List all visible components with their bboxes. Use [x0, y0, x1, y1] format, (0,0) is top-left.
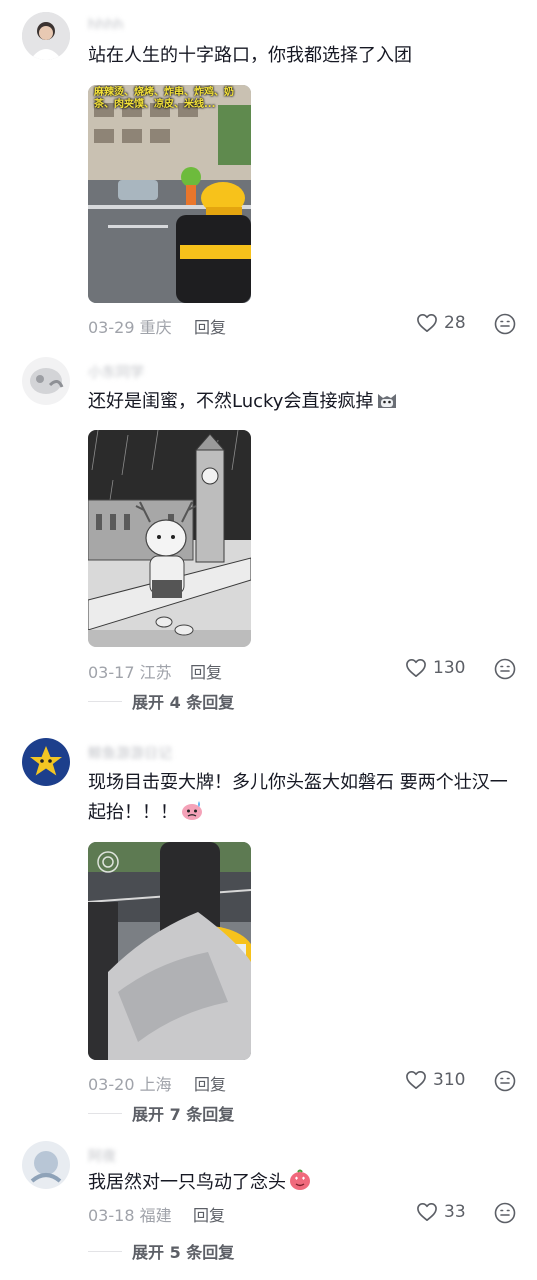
heart-outline-icon	[406, 1071, 426, 1089]
like-button[interactable]: 310	[405, 1070, 465, 1090]
comment-text: 还好是闺蜜，不然Lucky会直接疯掉	[88, 387, 518, 420]
comment-image[interactable]	[88, 430, 251, 647]
expand-divider	[88, 1112, 122, 1114]
heart-outline-icon	[417, 1203, 437, 1221]
comment-text-content: 现场目击耍大牌！多儿你头盔大如磐石 要两个壮汉一起抬！！！	[88, 772, 508, 823]
comment-image[interactable]	[88, 842, 251, 1060]
react-button[interactable]	[494, 1202, 516, 1228]
expand-replies-button[interactable]: 展开 5 条回复	[88, 1239, 234, 1263]
expand-replies-label: 展开 4 条回复	[132, 693, 235, 712]
heart-eyes-emoji-icon	[288, 1169, 312, 1201]
comment-item-2: 小东同学 还好是闺蜜，不然Lucky会直接疯掉 03-17 江苏 回复 130 …	[0, 345, 537, 720]
comment-text: 站在人生的十字路口，你我都选择了入团	[88, 45, 412, 66]
cat-emoji-icon	[375, 388, 399, 420]
like-count: 310	[433, 1070, 466, 1090]
comment-location: 江苏	[139, 663, 172, 682]
username[interactable]: 小东同学	[88, 362, 144, 382]
expand-divider	[88, 1250, 122, 1252]
emoji-face-icon	[494, 313, 516, 335]
like-button[interactable]: 130	[405, 658, 465, 678]
comment-location: 上海	[139, 1075, 172, 1094]
user-avatar[interactable]	[22, 12, 70, 60]
username[interactable]: 阿夜	[88, 1146, 116, 1166]
comment-location: 福建	[139, 1206, 172, 1225]
user-avatar[interactable]	[22, 738, 70, 786]
react-button[interactable]	[494, 1070, 516, 1096]
emoji-face-icon	[494, 658, 516, 680]
heart-outline-icon	[417, 314, 437, 332]
comment-image[interactable]: 麻辣烫、烧烤、炸串、炸鸡、奶茶、肉夹馍、凉皮、米线...	[88, 85, 251, 303]
reply-button[interactable]: 回复	[190, 659, 222, 683]
comment-text-content: 我居然对一只鸟动了念头	[88, 1172, 286, 1193]
avatar-photo-icon	[22, 357, 70, 405]
avatar-photo-icon	[22, 12, 70, 60]
like-count: 33	[444, 1202, 466, 1222]
like-button[interactable]: 28	[416, 313, 466, 333]
username[interactable]: hhhh	[88, 17, 124, 33]
comment-text: 现场目击耍大牌！多儿你头盔大如磐石 要两个壮汉一起抬！！！	[88, 768, 518, 831]
like-count: 130	[433, 658, 466, 678]
reply-button[interactable]: 回复	[194, 314, 226, 338]
reply-button[interactable]: 回复	[193, 1202, 225, 1226]
comment-location: 重庆	[139, 318, 172, 337]
comment-date: 03-20	[88, 1075, 135, 1094]
react-button[interactable]	[494, 658, 516, 684]
emoji-face-icon	[494, 1202, 516, 1224]
emoji-face-icon	[494, 1070, 516, 1092]
username-text: 阿夜	[88, 1149, 116, 1165]
user-avatar[interactable]	[22, 1141, 70, 1189]
expand-replies-button[interactable]: 展开 4 条回复	[88, 689, 234, 713]
expand-replies-label: 展开 7 条回复	[132, 1105, 235, 1124]
comment-meta: 03-29 重庆	[88, 314, 172, 338]
expand-replies-label: 展开 5 条回复	[132, 1243, 235, 1262]
avatar-photo-icon	[22, 1141, 70, 1189]
expand-divider	[88, 700, 122, 702]
comment-text-content: 还好是闺蜜，不然Lucky会直接疯掉	[88, 391, 374, 412]
comment-meta: 03-18 福建	[88, 1202, 172, 1226]
comment-meta: 03-20 上海	[88, 1071, 172, 1095]
street-photo-image	[88, 85, 251, 303]
comment-text: 我居然对一只鸟动了念头	[88, 1168, 518, 1201]
username[interactable]: 鲸鱼游游日记	[88, 743, 172, 763]
comment-item-3: 鲸鱼游游日记 现场目击耍大牌！多儿你头盔大如磐石 要两个壮汉一起抬！！！ 03-…	[0, 730, 537, 1130]
avatar-photo-icon	[22, 738, 70, 786]
image-caption: 麻辣烫、烧烤、炸串、炸鸡、奶茶、肉夹馍、凉皮、米线...	[94, 87, 234, 110]
heart-outline-icon	[406, 659, 426, 677]
helmet-photo-image	[88, 842, 251, 1060]
comment-meta: 03-17 江苏	[88, 659, 172, 683]
react-button[interactable]	[494, 313, 516, 339]
user-avatar[interactable]	[22, 357, 70, 405]
like-count: 28	[444, 313, 466, 333]
comment-date: 03-18	[88, 1206, 135, 1225]
comment-date: 03-17	[88, 663, 135, 682]
comment-date: 03-29	[88, 318, 135, 337]
reply-button[interactable]: 回复	[194, 1071, 226, 1095]
like-button[interactable]: 33	[416, 1202, 466, 1222]
comment-item-4: 阿夜 我居然对一只鸟动了念头 03-18 福建 回复 33 展开 5 条回复	[0, 1135, 537, 1280]
expand-replies-button[interactable]: 展开 7 条回复	[88, 1101, 234, 1125]
comment-item-1: hhhh 站在人生的十字路口，你我都选择了入团 麻辣烫、烧烤、炸串、炸鸡、奶茶、	[0, 0, 537, 345]
sweating-face-emoji-icon	[180, 799, 204, 831]
sketch-bear-image	[88, 430, 251, 647]
